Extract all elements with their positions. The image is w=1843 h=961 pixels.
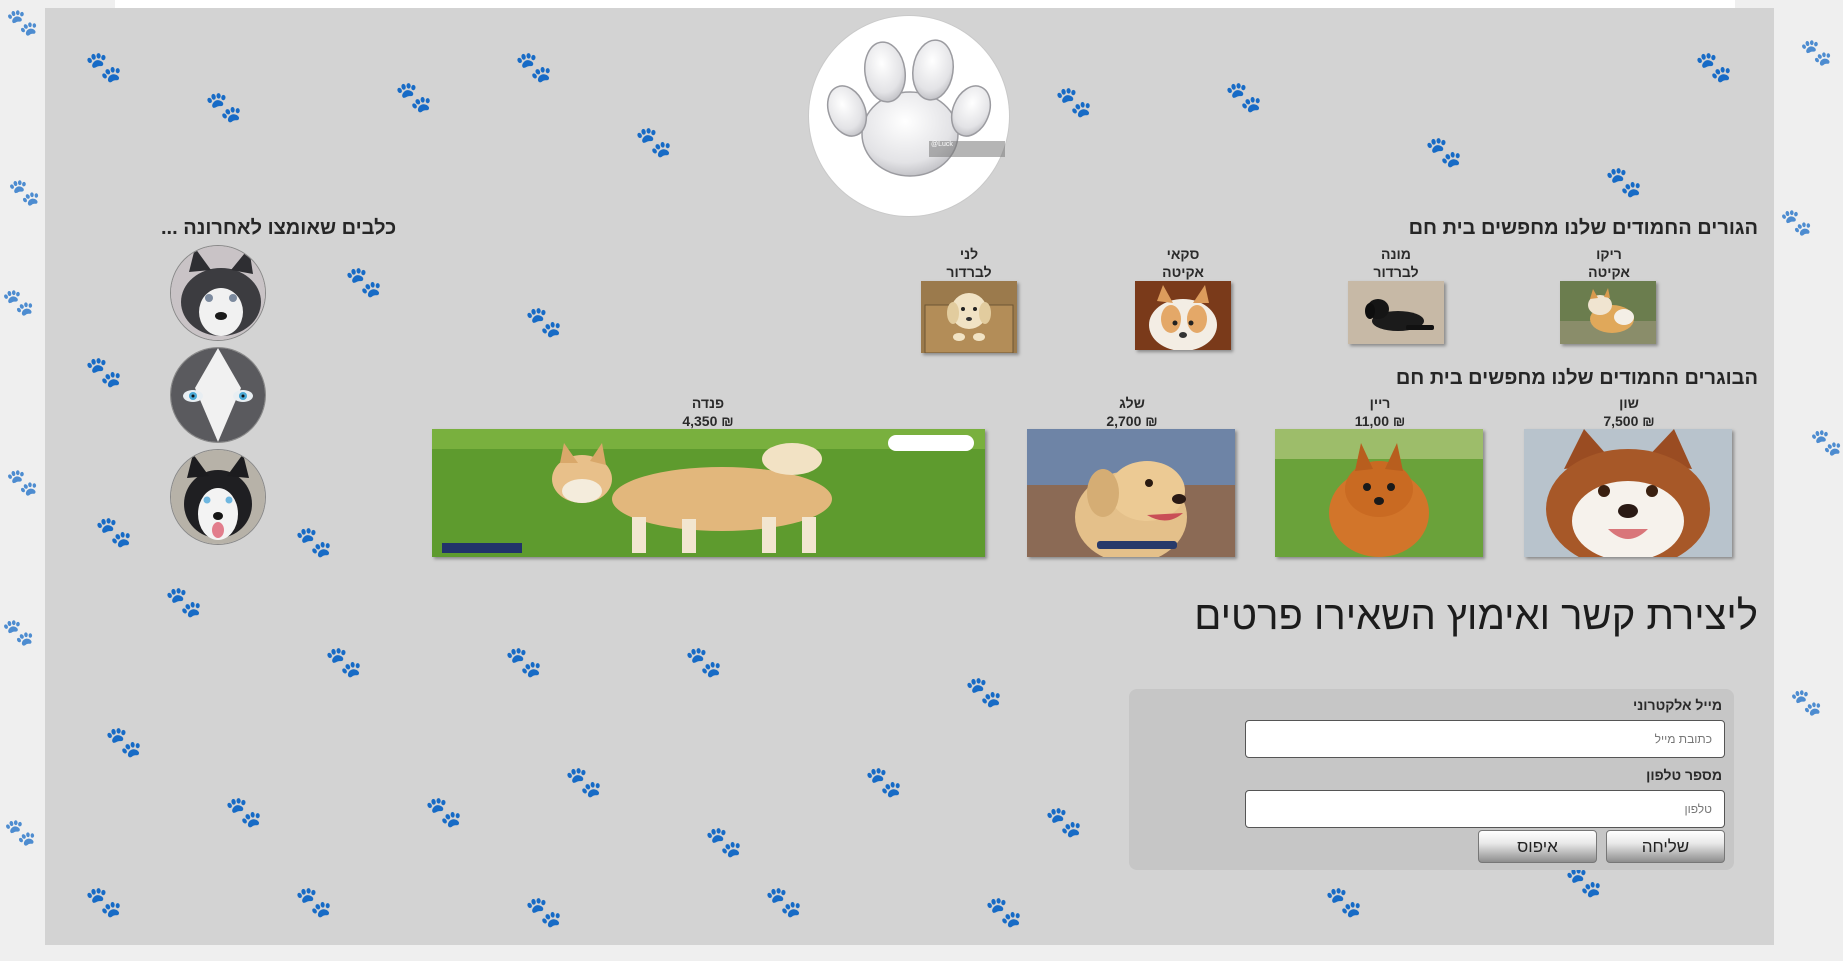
adult-card-shon[interactable]: שון 7,500 ₪ — [1525, 394, 1733, 430]
reset-button[interactable]: איפוס — [1478, 830, 1597, 863]
pet-breed: אקיטה — [1588, 264, 1630, 280]
puppy-card-mona[interactable]: מונה לברדור — [1347, 245, 1445, 281]
puppy-photo[interactable] — [921, 281, 1017, 353]
adult-photo[interactable] — [1524, 429, 1732, 557]
adults-heading: הבוגרים החמודים שלנו מחפשים בית חם — [1395, 367, 1758, 389]
adult-card-rain[interactable]: ריין 11,00 ₪ — [1276, 394, 1484, 430]
pet-name: ריין — [1369, 395, 1391, 411]
email-label: מייל אלקטרוני — [1633, 697, 1722, 713]
pet-name: סקאי — [1166, 246, 1200, 262]
adopted-dog-photo[interactable] — [170, 245, 266, 341]
phone-field[interactable] — [1245, 790, 1725, 828]
pet-breed: לברדור — [1373, 264, 1419, 280]
pet-name: פנדה — [691, 395, 725, 411]
pet-name: מונה — [1381, 246, 1411, 262]
pet-breed: אקיטה — [1162, 264, 1204, 280]
contact-form: מייל אלקטרוני מספר טלפון שליחה איפוס — [1129, 689, 1734, 870]
pet-name: ריקו — [1596, 246, 1622, 262]
email-field[interactable] — [1245, 720, 1725, 758]
site-logo: @Luck — [809, 16, 1009, 216]
contact-title: ליצירת קשר ואימוץ השאירו פרטים — [1194, 594, 1758, 638]
puppy-card-sky[interactable]: סקאי אקיטה — [1134, 245, 1232, 281]
puppy-photo[interactable] — [1348, 281, 1444, 344]
adopted-dog-photo[interactable] — [170, 449, 266, 545]
puppy-photo[interactable] — [1135, 281, 1231, 350]
pet-price: 7,500 ₪ — [1603, 413, 1655, 429]
pet-price: 4,350 ₪ — [682, 413, 734, 429]
adult-card-panda[interactable]: פנדה 4,350 ₪ — [431, 394, 985, 430]
puppy-photo[interactable] — [1560, 281, 1656, 344]
pet-name: שלג — [1119, 395, 1145, 411]
pet-price: 2,700 ₪ — [1106, 413, 1158, 429]
logo-watermark: @Luck — [929, 141, 1005, 157]
submit-button[interactable]: שליחה — [1606, 830, 1725, 863]
paw-icon — [826, 39, 992, 177]
pet-name: לני — [959, 246, 979, 262]
puppies-heading: הגורים החמודים שלנו מחפשים בית חם — [1408, 217, 1758, 239]
adult-photo[interactable] — [432, 429, 985, 557]
adult-photo[interactable] — [1027, 429, 1235, 557]
adult-card-sheleg[interactable]: שלג 2,700 ₪ — [1028, 394, 1236, 430]
adult-photo[interactable] — [1275, 429, 1483, 557]
pet-price: 11,00 ₪ — [1354, 413, 1406, 429]
content-panel: 🐾 🐾 🐾 🐾 🐾 🐾 🐾 🐾 🐾 🐾 🐾 🐾 🐾 🐾 🐾 🐾 🐾 🐾 🐾 🐾 … — [45, 8, 1774, 945]
pet-breed: לברדור — [946, 264, 992, 280]
adopted-dog-photo[interactable] — [170, 347, 266, 443]
pet-name: שון — [1619, 395, 1639, 411]
adopted-heading: כלבים שאומצו לאחרונה ... — [161, 217, 397, 239]
phone-label: מספר טלפון — [1646, 767, 1722, 783]
puppy-card-riko[interactable]: ריקו אקיטה — [1560, 245, 1658, 281]
puppy-card-leni[interactable]: לני לברדור — [920, 245, 1018, 281]
